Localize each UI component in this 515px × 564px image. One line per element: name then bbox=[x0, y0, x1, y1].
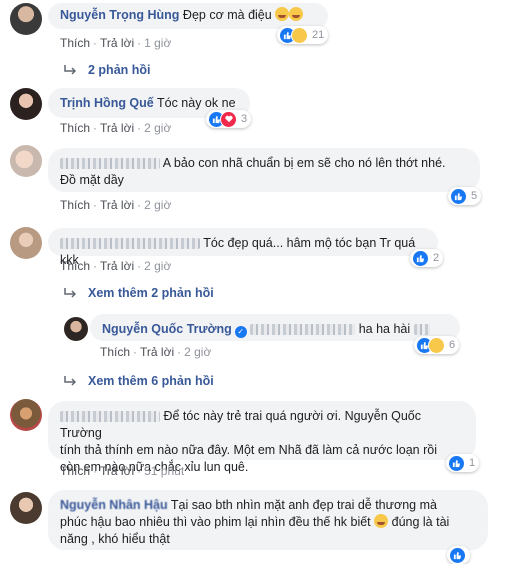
rofl-emoji-icon bbox=[289, 7, 304, 21]
replies-label: Xem thêm 6 phản hồi bbox=[88, 374, 214, 388]
reaction-summary[interactable]: 1 bbox=[446, 454, 480, 472]
comment-time[interactable]: 2 giờ bbox=[184, 345, 211, 359]
comment-actions: Thích · Trả lời · 2 giờ bbox=[60, 198, 172, 212]
comment-text: tính thả thính em nào nữa đây. Một em Nh… bbox=[60, 443, 437, 457]
commenter-name[interactable]: Nguyễn Quốc Trường bbox=[102, 322, 232, 336]
comment-text: Đẹp cơ mà điệu bbox=[182, 8, 272, 22]
comment-text: Tóc này ok ne bbox=[157, 96, 236, 110]
comment-actions: Thích · Trả lời · 2 giờ bbox=[100, 345, 212, 359]
reply-arrow-icon bbox=[64, 376, 76, 386]
comment-bubble: A bảo con nhã chuẩn bị em sẽ cho nó lên … bbox=[48, 148, 480, 192]
reaction-count: 3 bbox=[241, 113, 248, 125]
haha-reaction-icon bbox=[428, 336, 445, 354]
reply-link[interactable]: Trả lời bbox=[140, 345, 174, 359]
avatar[interactable] bbox=[10, 227, 42, 259]
comment-time[interactable]: 51 phút bbox=[144, 464, 184, 478]
like-link[interactable]: Thích bbox=[60, 259, 90, 273]
comment-time[interactable]: 1 giờ bbox=[144, 36, 171, 50]
comment-text: Đồ mặt dầy bbox=[60, 173, 124, 187]
reply-link[interactable]: Trả lời bbox=[100, 36, 134, 50]
reaction-count: 2 bbox=[433, 252, 440, 264]
like-reaction-icon bbox=[448, 454, 465, 472]
reaction-count: 5 bbox=[471, 190, 478, 202]
thinking-emoji-icon bbox=[374, 514, 389, 528]
comment-time[interactable]: 2 giờ bbox=[144, 198, 171, 212]
reaction-summary[interactable]: 3 bbox=[206, 110, 252, 128]
redacted-name bbox=[60, 158, 160, 170]
reaction-summary[interactable] bbox=[447, 546, 470, 564]
reaction-summary[interactable]: 5 bbox=[448, 187, 482, 205]
like-reaction-icon bbox=[449, 546, 466, 564]
comment-text: ha ha hài bbox=[358, 322, 411, 336]
like-link[interactable]: Thích bbox=[60, 36, 90, 50]
comment-actions: Thích · Trả lời · 51 phút bbox=[60, 464, 185, 478]
comment-bubble: Để tóc này trẻ trai quá người ơi. Nguyễn… bbox=[48, 401, 476, 474]
redacted-name bbox=[60, 238, 200, 250]
comment-text: năng , khó hiểu thật bbox=[60, 532, 170, 546]
avatar[interactable] bbox=[10, 399, 42, 431]
reply-link[interactable]: Trả lời bbox=[100, 198, 134, 212]
replies-label: Xem thêm 2 phản hồi bbox=[88, 286, 214, 300]
reply-arrow-icon bbox=[64, 288, 76, 298]
like-reaction-icon bbox=[450, 187, 467, 205]
commenter-name[interactable]: Nguyễn Nhân Hậu bbox=[60, 498, 168, 512]
love-reaction-icon bbox=[220, 110, 237, 128]
reply-link[interactable]: Trả lời bbox=[100, 464, 134, 478]
reaction-summary[interactable]: 21 bbox=[277, 26, 329, 44]
reaction-summary[interactable]: 2 bbox=[410, 249, 444, 267]
view-replies-link[interactable]: Xem thêm 2 phản hồi bbox=[64, 286, 214, 300]
like-link[interactable]: Thích bbox=[60, 198, 90, 212]
like-link[interactable]: Thích bbox=[100, 345, 130, 359]
reply-arrow-icon bbox=[64, 65, 76, 75]
comment-text: đúng là tài bbox=[391, 515, 450, 529]
avatar[interactable] bbox=[10, 3, 42, 35]
reaction-summary[interactable]: 6 bbox=[414, 336, 460, 354]
reaction-count: 1 bbox=[469, 457, 476, 469]
reply-bubble: Nguyễn Quốc Trường ✓ ha ha hài bbox=[90, 314, 460, 341]
like-link[interactable]: Thích bbox=[60, 464, 90, 478]
commenter-name[interactable]: Nguyễn Trọng Hùng bbox=[60, 8, 179, 22]
comment-text: A bảo con nhã chuẩn bị em sẽ cho nó lên … bbox=[162, 156, 446, 170]
commenter-name[interactable]: Trịnh Hồng Quế bbox=[60, 96, 154, 110]
redacted-name bbox=[60, 411, 160, 423]
comment-time[interactable]: 2 giờ bbox=[144, 121, 171, 135]
comment-bubble: Tóc đẹp quá... hâm mộ tóc bạn Tr quá kkk bbox=[48, 228, 438, 267]
reaction-count: 6 bbox=[449, 339, 456, 351]
view-replies-link[interactable]: Xem thêm 6 phản hồi bbox=[64, 374, 214, 388]
comment-text: Tại sao bth nhìn mặt anh đẹp trai dễ thư… bbox=[170, 498, 437, 512]
verified-badge-icon: ✓ bbox=[234, 326, 247, 338]
rofl-emoji-icon bbox=[275, 7, 290, 21]
comment-time[interactable]: 2 giờ bbox=[144, 259, 171, 273]
reply-link[interactable]: Trả lời bbox=[100, 259, 134, 273]
avatar[interactable] bbox=[10, 145, 42, 177]
reply-link[interactable]: Trả lời bbox=[100, 121, 134, 135]
avatar[interactable] bbox=[10, 492, 42, 524]
comment-bubble: Nguyễn Nhân Hậu Tại sao bth nhìn mặt anh… bbox=[48, 490, 488, 550]
haha-reaction-icon bbox=[291, 26, 308, 44]
comment-actions: Thích · Trả lời · 2 giờ bbox=[60, 259, 172, 273]
comment-actions: Thích · Trả lời · 2 giờ bbox=[60, 121, 172, 135]
replies-label: 2 phản hồi bbox=[88, 63, 151, 77]
redacted-text bbox=[250, 324, 356, 336]
reaction-count: 21 bbox=[312, 29, 325, 41]
like-link[interactable]: Thích bbox=[60, 121, 90, 135]
redacted-text bbox=[413, 324, 430, 336]
avatar[interactable] bbox=[64, 317, 88, 341]
like-reaction-icon bbox=[412, 249, 429, 267]
comment-text: phúc hậu bao nhiêu thì vào phim lại nhìn… bbox=[60, 515, 371, 529]
avatar[interactable] bbox=[10, 88, 42, 120]
view-replies-link[interactable]: 2 phản hồi bbox=[64, 63, 151, 77]
comment-actions: Thích · Trả lời · 1 giờ bbox=[60, 36, 172, 50]
